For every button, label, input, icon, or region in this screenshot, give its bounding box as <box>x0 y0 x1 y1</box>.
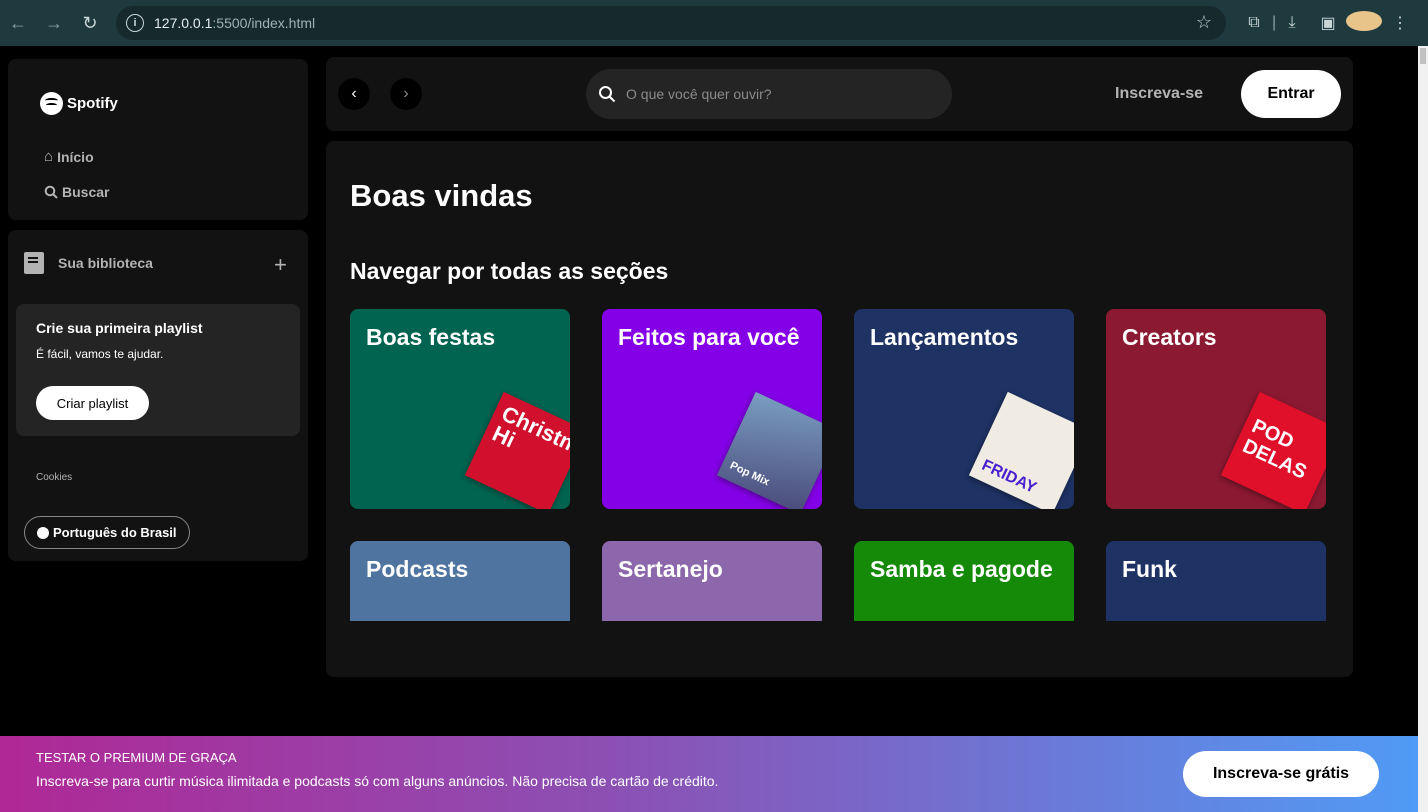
url-text: 127.0.0.1:5500/index.html <box>154 15 316 31</box>
genre-label: Creators <box>1122 324 1217 350</box>
site-info-icon[interactable]: i <box>126 14 144 32</box>
language-button[interactable]: Português do Brasil <box>24 516 190 549</box>
library-title: Sua biblioteca <box>58 255 153 271</box>
extensions-icon[interactable]: ⧉ <box>1236 14 1272 32</box>
side-panel-icon[interactable]: ▣ <box>1310 13 1346 33</box>
address-bar[interactable]: i 127.0.0.1:5500/index.html ☆ <box>116 6 1226 40</box>
genre-cover-image: Christm Hi <box>464 391 570 509</box>
search-input[interactable] <box>626 86 926 102</box>
menu-kebab-icon[interactable]: ⋮ <box>1382 13 1418 33</box>
spotify-icon <box>40 92 63 115</box>
sidebar-item-label: Início <box>57 148 94 165</box>
cover-text: FRIDAY <box>979 456 1039 497</box>
genre-card-creators[interactable]: Creators POD DELAS <box>1106 309 1326 509</box>
genre-label: Samba e pagode <box>870 556 1053 582</box>
search-bar[interactable] <box>586 69 952 119</box>
create-playlist-button[interactable]: Criar playlist <box>36 386 149 420</box>
genre-card-funk[interactable]: Funk <box>1106 541 1326 621</box>
download-icon[interactable]: ⤓ <box>1274 14 1310 32</box>
login-button[interactable]: Entrar <box>1241 70 1341 118</box>
profile-avatar[interactable] <box>1346 10 1382 36</box>
section-title: Navegar por todas as seções <box>350 258 669 284</box>
genre-card-samba-e-pagode[interactable]: Samba e pagode <box>854 541 1074 621</box>
cover-text: Pop Mix <box>727 459 772 489</box>
genre-label: Feitos para você <box>618 324 800 350</box>
genre-label: Podcasts <box>366 556 469 582</box>
brand-name: Spotify <box>67 95 118 112</box>
create-playlist-subtitle: É fácil, vamos te ajudar. <box>36 347 164 361</box>
home-icon: ⌂ <box>44 148 54 165</box>
create-playlist-card: Crie sua primeira playlist É fácil, vamo… <box>16 304 300 436</box>
globe-icon <box>37 526 49 539</box>
genre-label: Sertanejo <box>618 556 723 582</box>
page-scrollbar[interactable] <box>1418 46 1428 812</box>
browser-toolbar: ← → ↻ i 127.0.0.1:5500/index.html ☆ ⧉ | … <box>0 0 1428 46</box>
forward-arrow-icon[interactable]: → <box>36 5 72 41</box>
search-icon <box>44 185 58 199</box>
genre-card-boas-festas[interactable]: Boas festas Christm Hi <box>350 309 570 509</box>
genre-label: Lançamentos <box>870 324 1019 350</box>
chevron-left-icon: ‹ <box>351 85 357 102</box>
add-icon[interactable]: + <box>274 252 287 278</box>
genre-label: Funk <box>1122 556 1177 582</box>
library-header[interactable]: Sua biblioteca <box>24 252 153 274</box>
signup-free-button[interactable]: Inscreva-se grátis <box>1183 751 1379 797</box>
search-icon <box>599 86 616 103</box>
genre-label: Boas festas <box>366 324 496 350</box>
chevron-right-icon: › <box>403 85 409 102</box>
reload-icon[interactable]: ↻ <box>72 5 108 41</box>
scrollbar-thumb[interactable] <box>1420 48 1426 64</box>
back-arrow-icon[interactable]: ← <box>0 5 36 41</box>
banner-title: TESTAR O PREMIUM DE GRAÇA <box>36 750 237 765</box>
bookmark-star-icon[interactable]: ☆ <box>1196 12 1212 33</box>
premium-banner: TESTAR O PREMIUM DE GRAÇA Inscreva-se pa… <box>0 736 1418 812</box>
spotify-logo[interactable]: Spotify <box>40 92 118 115</box>
browser-actions: ⧉ | ⤓ ▣ ⋮ <box>1236 0 1418 46</box>
sidebar-item-search[interactable]: Buscar <box>44 184 109 200</box>
library-icon <box>24 252 44 274</box>
create-playlist-title: Crie sua primeira playlist <box>36 320 203 336</box>
genre-card-feitos-para-voce[interactable]: Feitos para você Pop Mix <box>602 309 822 509</box>
language-label: Português do Brasil <box>53 525 177 540</box>
sidebar-item-label: Buscar <box>62 184 110 200</box>
genre-card-sertanejo[interactable]: Sertanejo <box>602 541 822 621</box>
genre-cover-image: POD DELAS <box>1220 391 1326 509</box>
genre-card-lancamentos[interactable]: Lançamentos FRIDAY <box>854 309 1074 509</box>
cover-text: Christm Hi <box>488 400 570 459</box>
banner-text: Inscreva-se para curtir música ilimitada… <box>36 773 719 789</box>
cookies-link[interactable]: Cookies <box>36 472 72 483</box>
signup-link[interactable]: Inscreva-se <box>1115 85 1203 103</box>
cover-text: POD DELAS <box>1239 415 1310 484</box>
genre-cover-image: FRIDAY <box>968 391 1074 509</box>
sidebar-item-home[interactable]: ⌂ Início <box>44 148 94 165</box>
page-title: Boas vindas <box>350 178 533 213</box>
genre-card-podcasts[interactable]: Podcasts <box>350 541 570 621</box>
forward-button[interactable]: › <box>390 78 422 110</box>
back-button[interactable]: ‹ <box>338 78 370 110</box>
genre-cover-image: Pop Mix <box>716 391 822 509</box>
